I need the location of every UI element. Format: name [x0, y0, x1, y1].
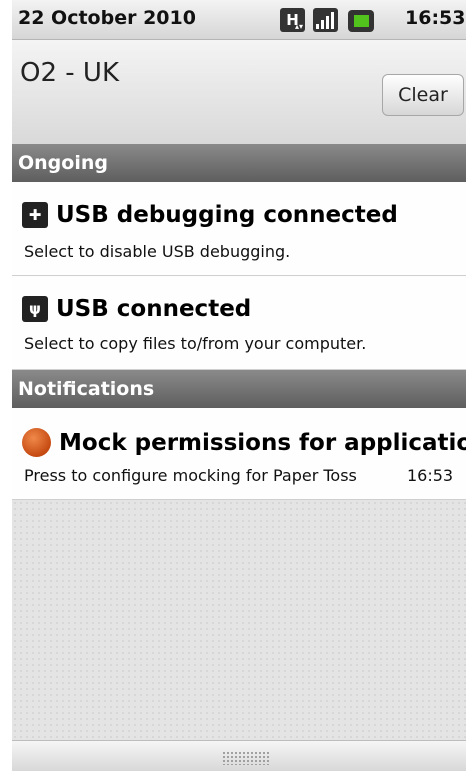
- grip-icon: [222, 751, 270, 765]
- usb-connected-title: USB connected: [56, 296, 252, 322]
- notification-title: Mock permissions for application: [22, 428, 466, 457]
- carrier-name: O2 - UK: [20, 58, 119, 88]
- usb-connected-subtitle: Select to copy files to/from your comput…: [24, 334, 367, 353]
- status-bar[interactable]: 22 October 2010 H ▴▾ 16:53: [12, 0, 466, 40]
- signal-icon: [313, 8, 338, 32]
- usb-debugging-subtitle: Select to disable USB debugging.: [24, 242, 291, 261]
- battery-charging-icon: [348, 10, 374, 32]
- status-date: 22 October 2010: [18, 7, 196, 29]
- usb-icon: ψ: [22, 296, 48, 322]
- empty-area: [12, 500, 466, 740]
- usb-debugging-title: USB debugging connected: [56, 202, 398, 228]
- mock-permissions-title: Mock permissions for application: [59, 429, 466, 456]
- android-debug-icon: ✚: [22, 202, 48, 228]
- mock-permissions-icon: [22, 428, 51, 457]
- section-notifications: Notifications: [12, 370, 466, 408]
- carrier-header: O2 - UK Clear: [12, 40, 466, 144]
- section-ongoing: Ongoing: [12, 144, 466, 182]
- shade-drag-handle[interactable]: [12, 740, 466, 771]
- notification-mock-permissions[interactable]: Mock permissions for application Press t…: [12, 408, 466, 500]
- clear-button[interactable]: Clear: [382, 74, 464, 116]
- notification-shade: 22 October 2010 H ▴▾ 16:53 O2 - UK Clear …: [12, 0, 466, 771]
- notification-title: ✚ USB debugging connected: [22, 202, 398, 228]
- hsdpa-icon: H ▴▾: [280, 8, 305, 32]
- notification-usb-connected[interactable]: ψ USB connected Select to copy files to/…: [12, 276, 466, 370]
- status-time: 16:53: [405, 7, 466, 29]
- status-icons: H ▴▾: [280, 8, 374, 32]
- mock-permissions-time: 16:53: [407, 466, 454, 485]
- notification-usb-debugging[interactable]: ✚ USB debugging connected Select to disa…: [12, 182, 466, 276]
- mock-permissions-subtitle: Press to configure mocking for Paper Tos…: [24, 466, 357, 485]
- notification-title: ψ USB connected: [22, 296, 251, 322]
